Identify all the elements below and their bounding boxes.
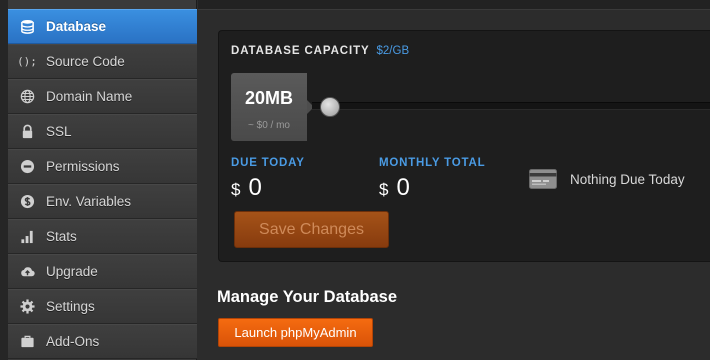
sidebar-item-label: Domain Name: [46, 89, 133, 104]
sidebar-item-label: SSL: [46, 124, 72, 139]
monthly-total-amount: $0: [379, 174, 485, 202]
sidebar-item-label: Permissions: [46, 159, 120, 174]
due-note-text: Nothing Due Today: [570, 171, 685, 187]
price-per-gb: $2/GB: [376, 45, 410, 57]
due-today-value: 0: [248, 174, 262, 201]
minus-circle-icon: [8, 150, 46, 183]
sidebar-item-label: Add-Ons: [46, 334, 100, 349]
sidebar-item-label: Settings: [46, 299, 95, 314]
code-icon: ();: [8, 45, 46, 78]
gear-icon: [8, 290, 46, 323]
cloud-upload-icon: [8, 255, 46, 288]
top-strip: [198, 0, 710, 10]
sidebar-item-settings[interactable]: Settings: [8, 289, 197, 324]
briefcase-icon: [8, 325, 46, 358]
monthly-total: MONTHLY TOTAL $0: [379, 157, 485, 202]
launch-phpmyadmin-button[interactable]: Launch phpMyAdmin: [218, 318, 373, 347]
database-icon: [8, 10, 46, 43]
due-today-label: DUE TODAY: [231, 157, 305, 169]
due-today-amount: $0: [231, 174, 305, 202]
sidebar-item-label: Stats: [46, 229, 77, 244]
capacity-readout: 20MB ~ $0 / mo: [231, 73, 307, 141]
due-today: DUE TODAY $0: [231, 157, 305, 202]
sidebar-item-upgrade[interactable]: Upgrade: [8, 254, 197, 289]
globe-icon: [8, 80, 46, 113]
sidebar-item-label: Upgrade: [46, 264, 98, 279]
sidebar-item-label: Source Code: [46, 54, 125, 69]
sidebar-item-env-variables[interactable]: Env. Variables: [8, 184, 197, 219]
monthly-total-value: 0: [396, 174, 410, 201]
sidebar-item-label: Env. Variables: [46, 194, 132, 209]
manage-database-title: Manage Your Database: [217, 288, 398, 306]
sidebar: Database (); Source Code Domain Name SSL…: [0, 0, 197, 360]
capacity-title: DATABASE CAPACITY: [231, 45, 370, 57]
credit-card-icon: [529, 169, 557, 189]
sidebar-item-label: Database: [46, 19, 107, 34]
capacity-value: 20MB: [244, 88, 293, 108]
capacity-slider-track[interactable]: [312, 102, 710, 110]
sidebar-item-stats[interactable]: Stats: [8, 219, 197, 254]
due-note: Nothing Due Today: [529, 169, 685, 189]
capacity-monthly-price: ~ $0 / mo: [248, 120, 290, 131]
capacity-slider-thumb[interactable]: [320, 97, 340, 117]
sidebar-item-domain-name[interactable]: Domain Name: [8, 79, 197, 114]
bar-chart-icon: [8, 220, 46, 253]
monthly-total-currency: $: [379, 180, 389, 199]
sidebar-item-source-code[interactable]: (); Source Code: [8, 44, 197, 79]
sidebar-edge: [0, 0, 8, 360]
sidebar-item-ssl[interactable]: SSL: [8, 114, 197, 149]
panel-title: DATABASE CAPACITY $2/GB: [231, 45, 409, 57]
capacity-panel: DATABASE CAPACITY $2/GB 20MB ~ $0 / mo D…: [218, 30, 710, 262]
lock-icon: [8, 115, 46, 148]
due-today-currency: $: [231, 180, 241, 199]
sidebar-item-permissions[interactable]: Permissions: [8, 149, 197, 184]
sidebar-item-add-ons[interactable]: Add-Ons: [8, 324, 197, 359]
sidebar-item-database[interactable]: Database: [8, 9, 197, 44]
save-changes-button[interactable]: Save Changes: [234, 211, 389, 248]
code-glyph: ();: [17, 55, 37, 68]
monthly-total-label: MONTHLY TOTAL: [379, 157, 486, 169]
dollar-circle-icon: [8, 185, 46, 218]
